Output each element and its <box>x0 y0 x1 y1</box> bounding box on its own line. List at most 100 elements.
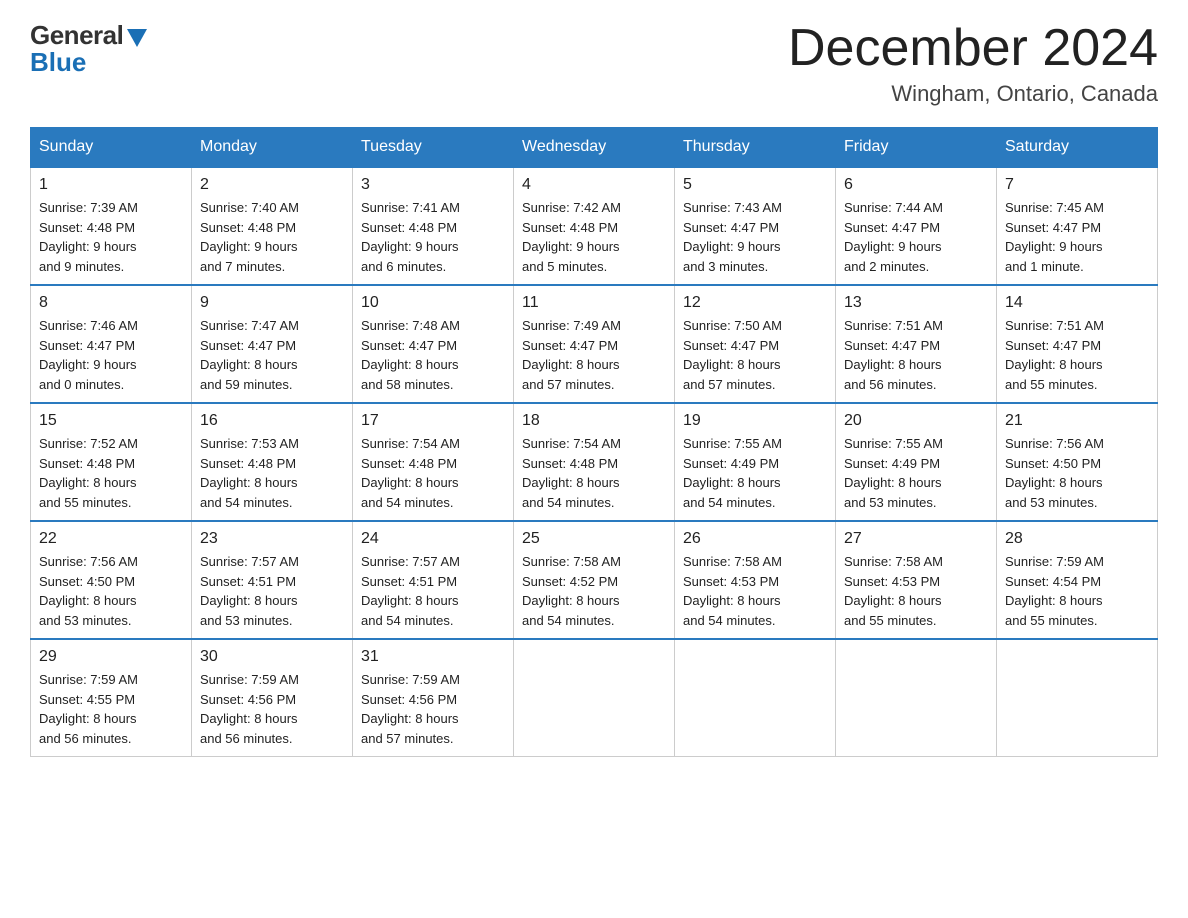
day-number: 28 <box>1005 530 1149 548</box>
day-info: Sunrise: 7:45 AM Sunset: 4:47 PM Dayligh… <box>1005 198 1149 276</box>
day-info: Sunrise: 7:59 AM Sunset: 4:56 PM Dayligh… <box>200 670 344 748</box>
weekday-header-saturday: Saturday <box>997 128 1158 168</box>
day-info: Sunrise: 7:56 AM Sunset: 4:50 PM Dayligh… <box>1005 434 1149 512</box>
day-info: Sunrise: 7:50 AM Sunset: 4:47 PM Dayligh… <box>683 316 827 394</box>
empty-day-cell <box>997 639 1158 757</box>
day-number: 17 <box>361 412 505 430</box>
day-number: 1 <box>39 176 183 194</box>
day-info: Sunrise: 7:48 AM Sunset: 4:47 PM Dayligh… <box>361 316 505 394</box>
empty-day-cell <box>675 639 836 757</box>
logo: General Blue <box>30 20 147 78</box>
title-block: December 2024 Wingham, Ontario, Canada <box>788 20 1158 107</box>
day-info: Sunrise: 7:49 AM Sunset: 4:47 PM Dayligh… <box>522 316 666 394</box>
logo-triangle-icon <box>127 29 147 47</box>
day-info: Sunrise: 7:44 AM Sunset: 4:47 PM Dayligh… <box>844 198 988 276</box>
calendar-day-cell: 23Sunrise: 7:57 AM Sunset: 4:51 PM Dayli… <box>192 521 353 639</box>
calendar-day-cell: 16 Sunrise: 7:53 AM Sunset: 4:48 PM Dayli… <box>192 403 353 521</box>
empty-day-cell <box>514 639 675 757</box>
day-number: 2 <box>200 176 344 194</box>
day-info: Sunrise: 7:53 AM Sunset: 4:48 PM Dayligh… <box>200 434 344 512</box>
day-number: 29 <box>39 648 183 666</box>
day-number: 26 <box>683 530 827 548</box>
day-number: 24 <box>361 530 505 548</box>
day-number: 9 <box>200 294 344 312</box>
calendar-day-cell: 2 Sunrise: 7:40 AM Sunset: 4:48 PM Daylig… <box>192 167 353 285</box>
day-number: 7 <box>1005 176 1149 194</box>
calendar-day-cell: 13Sunrise: 7:51 AM Sunset: 4:47 PM Dayli… <box>836 285 997 403</box>
calendar-day-cell: 26 Sunrise: 7:58 AM Sunset: 4:53 PM Dayli… <box>675 521 836 639</box>
calendar-day-cell: 24 Sunrise: 7:57 AM Sunset: 4:51 PM Dayli… <box>353 521 514 639</box>
weekday-header-sunday: Sunday <box>31 128 192 168</box>
weekday-header-monday: Monday <box>192 128 353 168</box>
calendar-day-cell: 25Sunrise: 7:58 AM Sunset: 4:52 PM Dayli… <box>514 521 675 639</box>
day-info: Sunrise: 7:57 AM Sunset: 4:51 PM Dayligh… <box>361 552 505 630</box>
day-info: Sunrise: 7:55 AM Sunset: 4:49 PM Dayligh… <box>844 434 988 512</box>
day-number: 11 <box>522 294 666 312</box>
calendar-week-row: 29 Sunrise: 7:59 AM Sunset: 4:55 PM Dayli… <box>31 639 1158 757</box>
calendar-day-cell: 9Sunrise: 7:47 AM Sunset: 4:47 PM Daylig… <box>192 285 353 403</box>
day-info: Sunrise: 7:42 AM Sunset: 4:48 PM Dayligh… <box>522 198 666 276</box>
day-number: 13 <box>844 294 988 312</box>
calendar-day-cell: 11 Sunrise: 7:49 AM Sunset: 4:47 PM Dayli… <box>514 285 675 403</box>
day-info: Sunrise: 7:40 AM Sunset: 4:48 PM Dayligh… <box>200 198 344 276</box>
calendar-day-cell: 19 Sunrise: 7:55 AM Sunset: 4:49 PM Dayli… <box>675 403 836 521</box>
calendar-day-cell: 12 Sunrise: 7:50 AM Sunset: 4:47 PM Dayli… <box>675 285 836 403</box>
day-info: Sunrise: 7:55 AM Sunset: 4:49 PM Dayligh… <box>683 434 827 512</box>
day-info: Sunrise: 7:59 AM Sunset: 4:56 PM Dayligh… <box>361 670 505 748</box>
day-number: 31 <box>361 648 505 666</box>
day-number: 10 <box>361 294 505 312</box>
day-number: 23 <box>200 530 344 548</box>
day-number: 15 <box>39 412 183 430</box>
day-info: Sunrise: 7:59 AM Sunset: 4:55 PM Dayligh… <box>39 670 183 748</box>
calendar-day-cell: 8 Sunrise: 7:46 AM Sunset: 4:47 PM Daylig… <box>31 285 192 403</box>
day-number: 6 <box>844 176 988 194</box>
day-number: 27 <box>844 530 988 548</box>
calendar-day-cell: 22Sunrise: 7:56 AM Sunset: 4:50 PM Dayli… <box>31 521 192 639</box>
day-number: 22 <box>39 530 183 548</box>
calendar-day-cell: 3Sunrise: 7:41 AM Sunset: 4:48 PM Daylig… <box>353 167 514 285</box>
weekday-header-tuesday: Tuesday <box>353 128 514 168</box>
day-number: 19 <box>683 412 827 430</box>
day-info: Sunrise: 7:58 AM Sunset: 4:53 PM Dayligh… <box>844 552 988 630</box>
calendar-day-cell: 17Sunrise: 7:54 AM Sunset: 4:48 PM Dayli… <box>353 403 514 521</box>
calendar-day-cell: 20 Sunrise: 7:55 AM Sunset: 4:49 PM Dayli… <box>836 403 997 521</box>
day-number: 5 <box>683 176 827 194</box>
calendar-day-cell: 7 Sunrise: 7:45 AM Sunset: 4:47 PM Daylig… <box>997 167 1158 285</box>
day-number: 12 <box>683 294 827 312</box>
day-info: Sunrise: 7:54 AM Sunset: 4:48 PM Dayligh… <box>522 434 666 512</box>
calendar-day-cell: 29 Sunrise: 7:59 AM Sunset: 4:55 PM Dayli… <box>31 639 192 757</box>
day-number: 8 <box>39 294 183 312</box>
calendar-day-cell: 10 Sunrise: 7:48 AM Sunset: 4:47 PM Dayli… <box>353 285 514 403</box>
location-title: Wingham, Ontario, Canada <box>788 81 1158 107</box>
day-info: Sunrise: 7:51 AM Sunset: 4:47 PM Dayligh… <box>1005 316 1149 394</box>
calendar-day-cell: 28Sunrise: 7:59 AM Sunset: 4:54 PM Dayli… <box>997 521 1158 639</box>
calendar-day-cell: 15 Sunrise: 7:52 AM Sunset: 4:48 PM Dayli… <box>31 403 192 521</box>
calendar-day-cell: 5 Sunrise: 7:43 AM Sunset: 4:47 PM Daylig… <box>675 167 836 285</box>
day-number: 14 <box>1005 294 1149 312</box>
empty-day-cell <box>836 639 997 757</box>
calendar-day-cell: 30Sunrise: 7:59 AM Sunset: 4:56 PM Dayli… <box>192 639 353 757</box>
day-info: Sunrise: 7:39 AM Sunset: 4:48 PM Dayligh… <box>39 198 183 276</box>
calendar-day-cell: 31 Sunrise: 7:59 AM Sunset: 4:56 PM Dayli… <box>353 639 514 757</box>
logo-blue-text: Blue <box>30 47 86 78</box>
day-number: 20 <box>844 412 988 430</box>
day-number: 16 <box>200 412 344 430</box>
calendar-day-cell: 27 Sunrise: 7:58 AM Sunset: 4:53 PM Dayli… <box>836 521 997 639</box>
calendar-day-cell: 1 Sunrise: 7:39 AM Sunset: 4:48 PM Daylig… <box>31 167 192 285</box>
weekday-header-row: SundayMondayTuesdayWednesdayThursdayFrid… <box>31 128 1158 168</box>
calendar-day-cell: 4Sunrise: 7:42 AM Sunset: 4:48 PM Daylig… <box>514 167 675 285</box>
day-info: Sunrise: 7:58 AM Sunset: 4:53 PM Dayligh… <box>683 552 827 630</box>
calendar-day-cell: 18Sunrise: 7:54 AM Sunset: 4:48 PM Dayli… <box>514 403 675 521</box>
day-number: 25 <box>522 530 666 548</box>
calendar-week-row: 15 Sunrise: 7:52 AM Sunset: 4:48 PM Dayli… <box>31 403 1158 521</box>
calendar-week-row: 8 Sunrise: 7:46 AM Sunset: 4:47 PM Daylig… <box>31 285 1158 403</box>
calendar-day-cell: 6 Sunrise: 7:44 AM Sunset: 4:47 PM Daylig… <box>836 167 997 285</box>
day-info: Sunrise: 7:43 AM Sunset: 4:47 PM Dayligh… <box>683 198 827 276</box>
calendar-week-row: 1 Sunrise: 7:39 AM Sunset: 4:48 PM Daylig… <box>31 167 1158 285</box>
day-info: Sunrise: 7:52 AM Sunset: 4:48 PM Dayligh… <box>39 434 183 512</box>
day-info: Sunrise: 7:46 AM Sunset: 4:47 PM Dayligh… <box>39 316 183 394</box>
calendar-week-row: 22Sunrise: 7:56 AM Sunset: 4:50 PM Dayli… <box>31 521 1158 639</box>
calendar-day-cell: 14 Sunrise: 7:51 AM Sunset: 4:47 PM Dayli… <box>997 285 1158 403</box>
weekday-header-thursday: Thursday <box>675 128 836 168</box>
day-number: 21 <box>1005 412 1149 430</box>
